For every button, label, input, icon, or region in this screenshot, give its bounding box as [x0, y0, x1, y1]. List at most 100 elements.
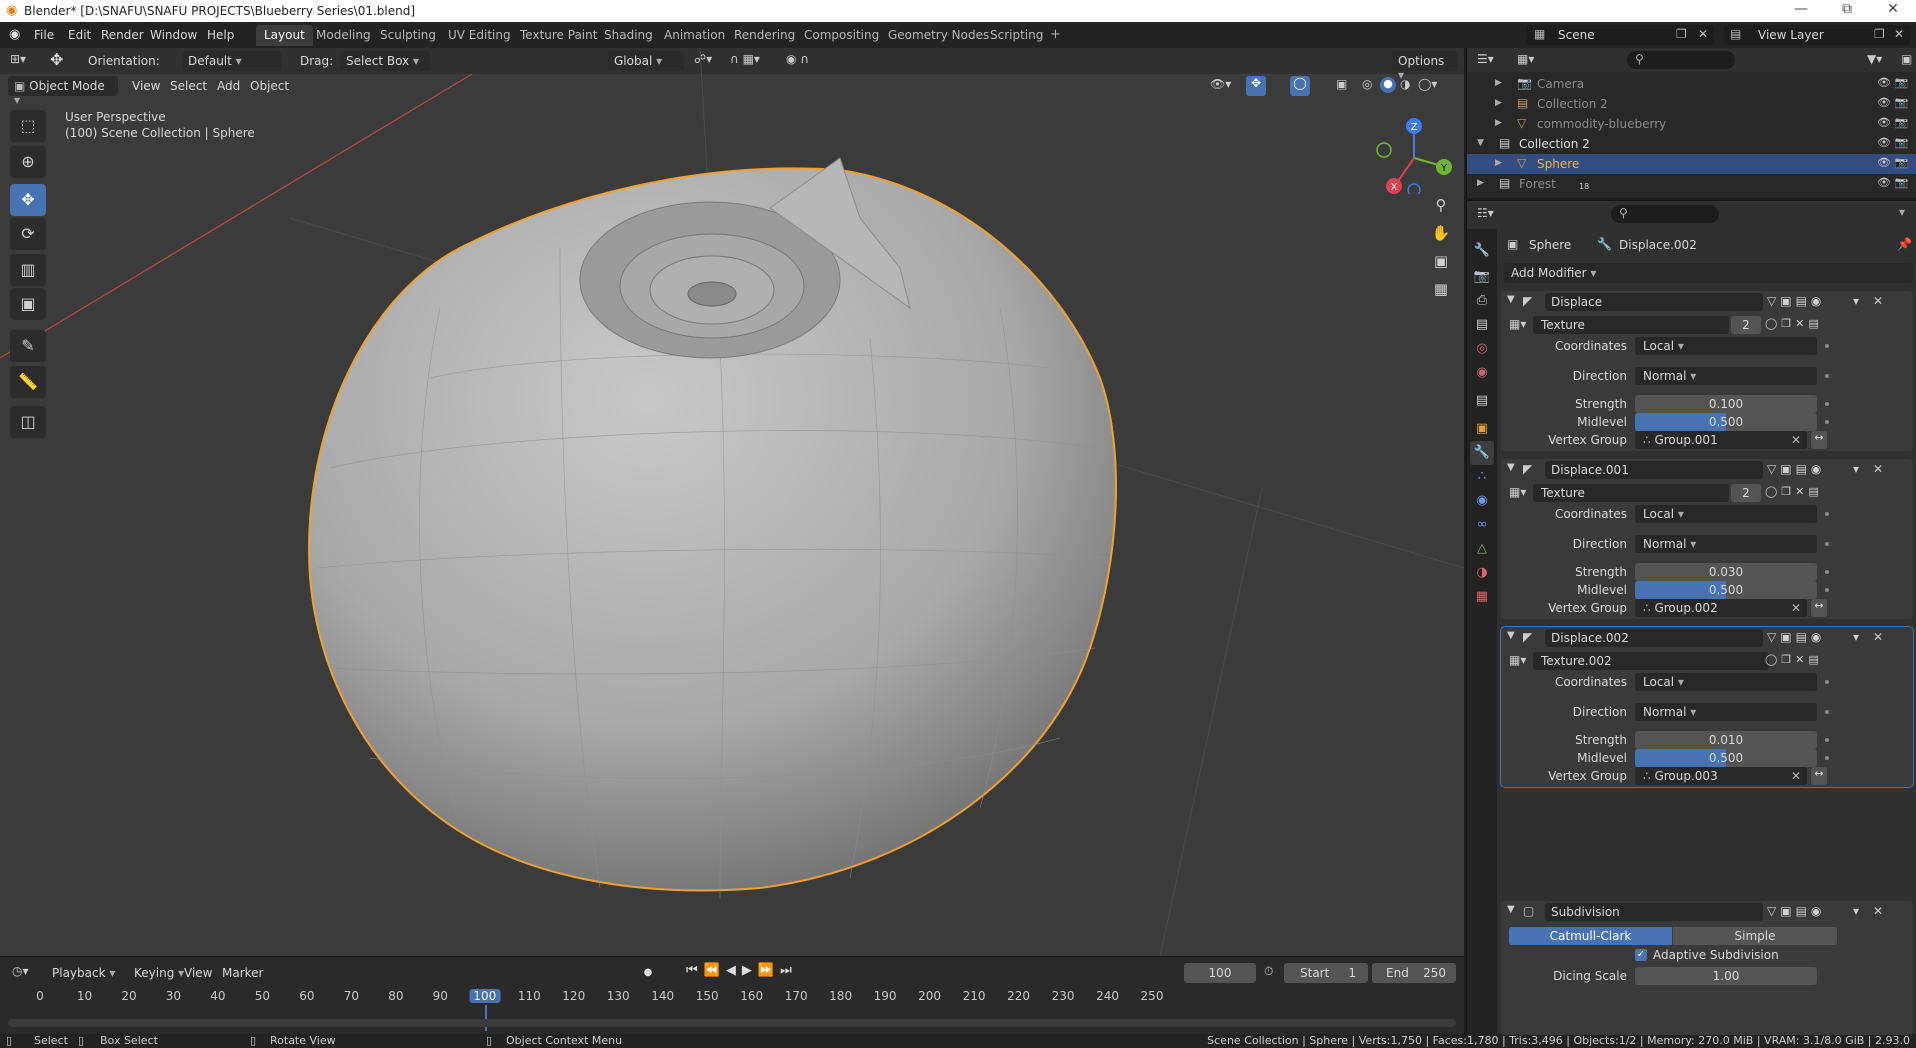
delete-modifier-icon[interactable]: ✕	[1873, 630, 1883, 644]
output-tab-icon[interactable]: ⎙	[1470, 289, 1494, 313]
keyframe-dot-icon[interactable]	[1825, 680, 1829, 684]
add-cube-tool-icon[interactable]: ◫	[10, 406, 46, 438]
collapse-icon[interactable]: ▼	[1507, 904, 1515, 915]
visibility-toggle-icon[interactable]: 👁 📷	[1877, 156, 1908, 169]
menu-window[interactable]: Window	[150, 28, 197, 42]
tab-scripting[interactable]: Scripting	[982, 25, 1051, 46]
clear-icon[interactable]: ✕	[1791, 601, 1801, 615]
delete-modifier-icon[interactable]: ✕	[1873, 462, 1883, 476]
modifier-name-field[interactable]: Displace.001	[1545, 461, 1763, 479]
delete-modifier-icon[interactable]: ✕	[1873, 294, 1883, 308]
filter-icon[interactable]: ▼▾	[1867, 52, 1882, 66]
texture-field[interactable]: Texture	[1533, 316, 1729, 334]
new-collection-icon[interactable]: ▣	[1901, 52, 1912, 66]
cursor-tool-icon[interactable]: ⊕	[10, 146, 46, 178]
collapse-icon[interactable]: ▼	[1507, 462, 1515, 473]
direction-dropdown[interactable]: Normal	[1635, 367, 1817, 385]
render-tab-icon[interactable]: 📷	[1470, 265, 1494, 289]
tab-compositing[interactable]: Compositing	[796, 25, 887, 46]
keyframe-dot-icon[interactable]	[1825, 542, 1829, 546]
keyframe-dot-icon[interactable]	[1825, 402, 1829, 406]
invert-group-icon[interactable]: ↔	[1811, 767, 1827, 785]
modifier-toggles-icon[interactable]: ▽▣▤◉	[1767, 462, 1825, 476]
scale-tool-icon[interactable]: ▥	[10, 254, 46, 286]
outliner-row[interactable]: ▶ ▽ Sphere 👁 📷	[1467, 154, 1916, 174]
texture-checker-icon[interactable]: ▦▾	[1509, 653, 1526, 667]
move-tool-button-icon[interactable]: ✥	[10, 184, 46, 216]
display-mode-icon[interactable]: ▦▾	[1517, 52, 1534, 66]
keyframe-dot-icon[interactable]	[1825, 738, 1829, 742]
timeline-scrollbar[interactable]	[8, 1019, 1456, 1027]
close-button[interactable]: ✕	[1870, 1, 1916, 21]
texture-users-count[interactable]: 2	[1731, 316, 1761, 334]
strength-field[interactable]: 0.100	[1635, 395, 1817, 413]
tab-texture-paint[interactable]: Texture Paint	[512, 25, 605, 46]
texture-checker-icon[interactable]: ▦▾	[1509, 317, 1526, 331]
tab-rendering[interactable]: Rendering	[726, 25, 803, 46]
keyframe-dot-icon[interactable]	[1825, 512, 1829, 516]
outliner-row[interactable]: ▶ ▤ Forest 18 👁 📷	[1467, 174, 1916, 194]
view-layer-selector[interactable]: ▤ View Layer ❐ ✕	[1724, 25, 1910, 45]
subdivision-name-field[interactable]: Subdivision	[1545, 903, 1763, 921]
midlevel-slider[interactable]: 0.500	[1635, 413, 1817, 431]
vertex-group-field[interactable]: ∴ Group.002 ✕	[1635, 599, 1807, 617]
adaptive-subdivision-checkbox[interactable]: ✓	[1635, 949, 1647, 961]
simple-button[interactable]: Simple	[1673, 927, 1837, 945]
delete-view-layer-icon[interactable]: ✕	[1894, 27, 1904, 41]
texture-users-count[interactable]: 2	[1731, 484, 1761, 502]
tool-tab-icon[interactable]: 🔧	[1470, 239, 1494, 263]
menu-render[interactable]: Render	[101, 28, 144, 42]
keyframe-dot-icon[interactable]	[1825, 420, 1829, 424]
blender-menu-icon[interactable]: ◉	[9, 27, 20, 42]
texture-actions-icon[interactable]: ◯❐✕▤	[1765, 317, 1823, 330]
invert-group-icon[interactable]: ↔	[1811, 431, 1827, 449]
pin-icon[interactable]: 📌	[1897, 237, 1912, 251]
view-layer-tab-icon[interactable]: ▤	[1470, 313, 1494, 337]
add-workspace-icon[interactable]: +	[1050, 27, 1061, 42]
modifier-menu-icon[interactable]: ▾	[1853, 462, 1859, 476]
direction-dropdown[interactable]: Normal	[1635, 535, 1817, 553]
invert-group-icon[interactable]: ↔	[1811, 599, 1827, 617]
delete-modifier-icon[interactable]: ✕	[1873, 904, 1883, 918]
tab-uv-editing[interactable]: UV Editing	[440, 25, 519, 46]
tab-modeling[interactable]: Modeling	[308, 25, 379, 46]
outliner-row[interactable]: ▶ ▽ commodity-blueberry 👁 📷	[1467, 114, 1916, 134]
catmull-clark-button[interactable]: Catmull-Clark	[1509, 927, 1672, 945]
direction-dropdown[interactable]: Normal	[1635, 703, 1817, 721]
expand-arrow-icon[interactable]: ▶	[1495, 78, 1502, 88]
add-modifier-dropdown[interactable]: Add Modifier	[1503, 263, 1913, 283]
modifier-toggles-icon[interactable]: ▽▣▤◉	[1767, 294, 1825, 308]
measure-tool-icon[interactable]: 📏	[10, 366, 46, 398]
perspective-toggle-icon[interactable]: ▦	[1428, 276, 1454, 302]
navigation-gizmo[interactable]: Z Y X	[1374, 114, 1454, 194]
tab-animation[interactable]: Animation	[656, 25, 733, 46]
modifier-toggles-icon[interactable]: ▽▣▤◉	[1767, 630, 1825, 644]
visibility-toggle-icon[interactable]: 👁 📷	[1877, 96, 1908, 109]
outliner-row[interactable]: ▼ ▤ Collection 2 👁 📷	[1467, 134, 1916, 154]
properties-options-icon[interactable]: ▾	[1899, 205, 1905, 219]
keyframe-dot-icon[interactable]	[1825, 588, 1829, 592]
keyframe-dot-icon[interactable]	[1825, 374, 1829, 378]
rotate-tool-icon[interactable]: ⟳	[10, 218, 46, 250]
collapse-icon[interactable]: ▼	[1507, 630, 1515, 641]
coordinates-dropdown[interactable]: Local	[1635, 505, 1817, 523]
visibility-toggle-icon[interactable]: 👁 📷	[1877, 76, 1908, 89]
texture-actions-icon[interactable]: ◯❐✕▤	[1765, 485, 1823, 498]
minimize-button[interactable]: —	[1778, 1, 1824, 21]
particles-tab-icon[interactable]: ∴	[1470, 465, 1494, 489]
tab-geometry-nodes[interactable]: Geometry Nodes	[880, 25, 997, 46]
strength-field[interactable]: 0.030	[1635, 563, 1817, 581]
texture-field[interactable]: Texture	[1533, 484, 1729, 502]
properties-editor-type-icon[interactable]: ☷▾	[1477, 206, 1494, 220]
texture-actions-icon[interactable]: ◯❐✕▤	[1765, 653, 1823, 666]
modifier-menu-icon[interactable]: ▾	[1853, 294, 1859, 308]
expand-arrow-icon[interactable]: ▼	[1477, 138, 1484, 148]
new-scene-icon[interactable]: ❐	[1676, 27, 1687, 41]
tab-shading[interactable]: Shading	[596, 25, 661, 46]
coordinates-dropdown[interactable]: Local	[1635, 337, 1817, 355]
dicing-scale-field[interactable]: 1.00	[1635, 967, 1817, 985]
expand-arrow-icon[interactable]: ▶	[1495, 98, 1502, 108]
playhead-line[interactable]	[484, 1005, 487, 1031]
midlevel-slider[interactable]: 0.500	[1635, 581, 1817, 599]
3d-viewport[interactable]: ⊞▾ ✥ Orientation: Default Drag: Select B…	[0, 48, 1464, 956]
